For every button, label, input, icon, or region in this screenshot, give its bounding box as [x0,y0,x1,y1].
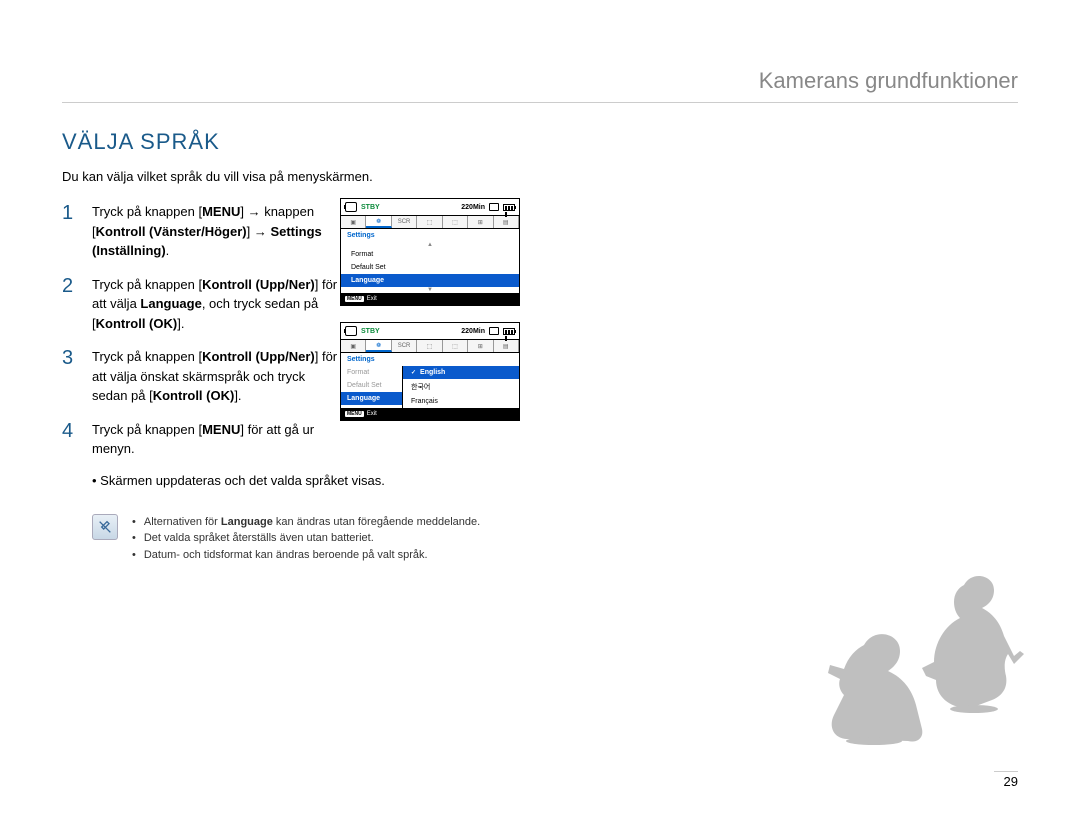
battery-icon [503,204,515,211]
menu-right-pane: ✓English 한국어 Français [403,366,519,408]
step-number: 1 [62,202,80,261]
lcd-screen-1: STBY 220Min ▣ ❁ SCR ⬚ ⬚ ⊞ ▤ Settings ▲ F… [340,198,520,306]
menu-breadcrumb: Settings [341,353,519,366]
note-item: Det valda språket återställs även utan b… [132,530,480,547]
menu-items: ▲ Format Default Set Language ▼ [341,242,519,293]
menu-item-format: Format [341,366,402,379]
tab-icon: ▤ [494,340,519,352]
memory-card-icon [489,327,499,335]
tab-icon: ⬚ [443,216,468,228]
tab-icon: ▣ [341,340,366,352]
record-time: 220Min [461,204,485,211]
menu-item-language: Language [341,274,519,287]
lcd-footer: MENU Exit [341,293,519,305]
check-icon: ✓ [411,369,416,376]
tab-icon: SCR [392,340,417,352]
tab-icon: ⊞ [468,216,493,228]
step-1: 1 Tryck på knappen [MENU] → knappen [Kon… [62,202,1018,261]
step-number: 4 [62,420,80,459]
lcd-statusbar: STBY 220Min [341,199,519,216]
menu-two-column: Format Default Set Language ✓English 한국어… [341,366,519,408]
chapter-header: Kamerans grundfunktioner [62,68,1018,103]
step-text: Tryck på knappen [MENU] för att gå ur me… [92,420,342,459]
lcd-screen-2: STBY 220Min ▣ ❁ SCR ⬚ ⬚ ⊞ ▤ Settings For… [340,322,520,421]
tab-icon: ⬚ [443,340,468,352]
page-title: VÄLJA SPRÅK [62,129,1018,155]
lang-option-korean: 한국어 [403,379,519,395]
exit-label: Exit [367,296,377,302]
note-icon [92,514,118,540]
menu-badge: MENU [345,296,364,302]
tab-icon: ⬚ [417,216,442,228]
menu-item-language: Language [341,392,402,405]
battery-icon [503,328,515,335]
lang-option-francais: Français [403,395,519,408]
stby-label: STBY [361,328,380,335]
step-number: 3 [62,347,80,406]
step-number: 2 [62,275,80,334]
decorative-silhouette [824,555,1024,745]
video-mode-icon [345,202,357,212]
tab-settings-icon: ❁ [366,216,391,228]
manual-page: Kamerans grundfunktioner VÄLJA SPRÅK Du … [0,0,1080,563]
step-text: Tryck på knappen [Kontroll (Upp/Ner)] fö… [92,347,342,406]
tab-icon: ▤ [494,216,519,228]
tab-icon: ⊞ [468,340,493,352]
tab-icon: ⬚ [417,340,442,352]
record-time: 220Min [461,328,485,335]
step-text: Tryck på knappen [MENU] → knappen [Kontr… [92,202,342,261]
step-3: 3 Tryck på knappen [Kontroll (Upp/Ner)] … [62,347,1018,406]
step-sub-bullet: • Skärmen uppdateras och det valda språk… [92,473,452,488]
menu-item-defaultset: Default Set [341,261,519,274]
stby-label: STBY [361,204,380,211]
menu-breadcrumb: Settings [341,229,519,242]
lcd-statusbar: STBY 220Min [341,323,519,340]
menu-item-defaultset: Default Set [341,379,402,392]
note-item: Alternativen för Language kan ändras uta… [132,514,480,531]
page-number: 29 [994,771,1018,789]
menu-item-format: Format [341,248,519,261]
tab-row: ▣ ❁ SCR ⬚ ⬚ ⊞ ▤ [341,216,519,229]
tab-row: ▣ ❁ SCR ⬚ ⬚ ⊞ ▤ [341,340,519,353]
video-mode-icon [345,326,357,336]
step-text: Tryck på knappen [Kontroll (Upp/Ner)] fö… [92,275,342,334]
note-item: Datum- och tidsformat kan ändras beroend… [132,547,480,564]
tab-icon: SCR [392,216,417,228]
note-list: Alternativen för Language kan ändras uta… [132,514,480,564]
tab-icon: ▣ [341,216,366,228]
menu-badge: MENU [345,411,364,417]
menu-left-pane: Format Default Set Language [341,366,403,408]
intro-text: Du kan välja vilket språk du vill visa p… [62,169,1018,184]
step-4: 4 Tryck på knappen [MENU] för att gå ur … [62,420,1018,459]
step-2: 2 Tryck på knappen [Kontroll (Upp/Ner)] … [62,275,1018,334]
tab-settings-icon: ❁ [366,340,391,352]
steps-list: 1 Tryck på knappen [MENU] → knappen [Kon… [62,202,1018,488]
memory-card-icon [489,203,499,211]
lcd-mockups: STBY 220Min ▣ ❁ SCR ⬚ ⬚ ⊞ ▤ Settings ▲ F… [340,198,520,421]
exit-label: Exit [367,411,377,417]
lang-option-english: ✓English [403,366,519,379]
lcd-footer: MENU Exit [341,408,519,420]
chapter-title: Kamerans grundfunktioner [759,68,1018,93]
